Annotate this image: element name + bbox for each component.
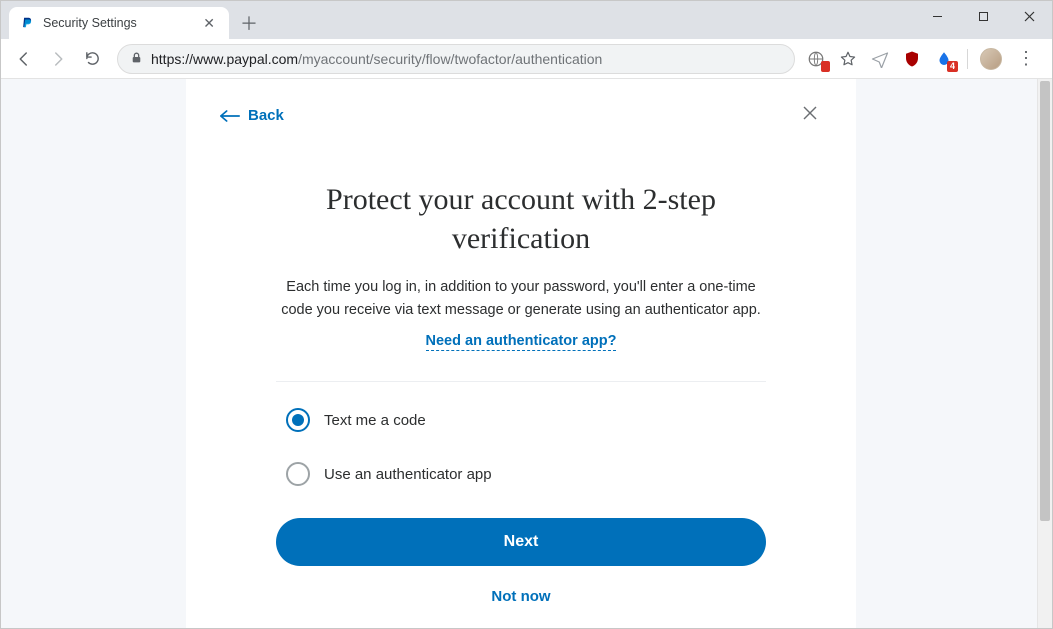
radio-selected-icon [286,408,310,432]
browser-window: Security Settings ✕ ＋ [0,0,1053,629]
next-button[interactable]: Next [276,518,766,566]
page-heading: Protect your account with 2-step verific… [276,180,766,258]
option-authenticator-app[interactable]: Use an authenticator app [286,462,756,486]
translate-extension-icon[interactable] [805,48,827,70]
page-content: Back Protect your account with 2-step ve… [1,79,1052,628]
panel-header: Back [186,79,856,140]
option-text-me[interactable]: Text me a code [286,408,756,432]
scrollbar-track[interactable] [1037,79,1052,628]
paypal-favicon-icon [19,15,35,31]
browser-toolbar: https://www.paypal.com/myaccount/securit… [1,39,1052,79]
help-link[interactable]: Need an authenticator app? [426,333,617,351]
radio-unselected-icon [286,462,310,486]
twofactor-panel: Back Protect your account with 2-step ve… [186,79,856,628]
url-text: https://www.paypal.com/myaccount/securit… [151,51,602,67]
window-minimize-button[interactable] [914,1,960,31]
new-tab-button[interactable]: ＋ [235,9,263,37]
option-label: Use an authenticator app [324,466,492,483]
url-path: /myaccount/security/flow/twofactor/authe… [298,51,602,67]
tab-close-icon[interactable]: ✕ [199,13,219,34]
nav-forward-button[interactable] [43,44,73,74]
not-now-link[interactable]: Not now [276,588,766,605]
scrollbar-thumb[interactable] [1040,81,1050,521]
panel-body: Protect your account with 2-step verific… [186,140,856,605]
nav-reload-button[interactable] [77,44,107,74]
drop-extension-icon[interactable]: 4 [933,48,955,70]
toolbar-separator [967,49,968,69]
back-button[interactable]: Back [220,107,284,124]
tab-title: Security Settings [43,16,199,30]
window-maximize-button[interactable] [960,1,1006,31]
window-close-button[interactable] [1006,1,1052,31]
extension-badge-count: 4 [947,61,958,72]
page-subtext: Each time you log in, in addition to you… [276,276,766,322]
lock-icon [130,51,143,67]
titlebar: Security Settings ✕ ＋ [1,1,1052,39]
url-host: https://www.paypal.com [151,51,298,67]
browser-tab[interactable]: Security Settings ✕ [9,7,229,39]
nav-back-button[interactable] [9,44,39,74]
option-label: Text me a code [324,412,426,429]
divider [276,381,766,382]
bookmark-star-icon[interactable] [837,48,859,70]
ublock-extension-icon[interactable] [901,48,923,70]
avatar-icon [980,48,1002,70]
window-controls [914,1,1052,31]
option-list: Text me a code Use an authenticator app [276,408,766,486]
plane-extension-icon[interactable] [869,48,891,70]
back-label: Back [248,107,284,124]
panel-close-button[interactable] [798,101,822,130]
extension-badge [821,61,830,72]
extension-icons: 4 ⋮ [805,48,1044,70]
profile-avatar[interactable] [980,48,1002,70]
address-bar[interactable]: https://www.paypal.com/myaccount/securit… [117,44,795,74]
browser-menu-button[interactable]: ⋮ [1012,48,1040,69]
